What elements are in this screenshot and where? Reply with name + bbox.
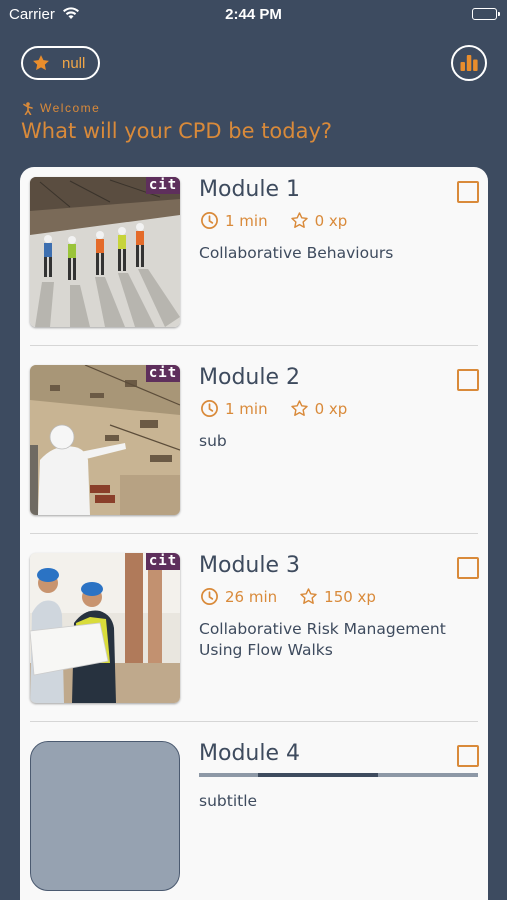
module-title: Module 1	[199, 177, 300, 202]
module-thumbnail[interactable]: cit	[30, 553, 180, 703]
cit-badge: cit	[146, 553, 180, 570]
clock-time: 2:44 PM	[225, 6, 282, 23]
module-xp: 150 xp	[324, 587, 376, 606]
waving-figure-icon	[23, 101, 33, 115]
module-duration: 1 min	[225, 211, 268, 230]
module-thumbnail[interactable]: cit	[30, 365, 180, 515]
module-duration: 1 min	[225, 399, 268, 418]
divider	[30, 345, 478, 346]
module-title: Module 3	[199, 553, 300, 578]
module-subtitle: Collaborative Behaviours	[199, 244, 394, 262]
star-icon	[33, 55, 49, 71]
clock-icon	[201, 400, 218, 417]
page-title: What will your CPD be today?	[21, 119, 333, 143]
clock-icon	[201, 212, 218, 229]
status-bar: Carrier 2:44 PM	[0, 0, 507, 30]
welcome-row: Welcome	[22, 101, 100, 115]
star-outline-icon	[290, 400, 308, 416]
module-meta: 26 min 150 xp	[200, 587, 376, 606]
module-list: cit Module 1 1 min 0 xp Collaborative Be…	[20, 167, 488, 900]
engineers-with-plans-image	[30, 553, 180, 703]
loading-progress-bar	[199, 773, 478, 777]
module-thumbnail-placeholder[interactable]	[30, 741, 180, 891]
module-checkbox[interactable]	[457, 181, 479, 203]
module-checkbox[interactable]	[457, 745, 479, 767]
module-meta: 1 min 0 xp	[200, 399, 347, 418]
module-item[interactable]: Module 4 subtitle	[20, 731, 488, 900]
module-xp: 0 xp	[314, 399, 348, 418]
divider	[30, 533, 478, 534]
welcome-label: Welcome	[40, 101, 101, 115]
module-xp: 0 xp	[314, 211, 348, 230]
bar-chart-icon	[460, 55, 478, 71]
module-checkbox[interactable]	[457, 369, 479, 391]
module-subtitle: Collaborative Risk Management Using Flow…	[199, 620, 446, 659]
module-item[interactable]: cit Module 1 1 min 0 xp Collaborative Be…	[20, 167, 488, 355]
loading-progress-fill	[257, 773, 378, 777]
module-duration: 26 min	[225, 587, 278, 606]
cit-badge: cit	[146, 177, 180, 194]
module-checkbox[interactable]	[457, 557, 479, 579]
module-title: Module 2	[199, 365, 300, 390]
module-title: Module 4	[199, 741, 300, 766]
clock-icon	[201, 588, 218, 605]
points-button[interactable]: null	[21, 46, 100, 80]
battery-icon	[472, 8, 500, 20]
points-value: null	[62, 54, 86, 72]
module-subtitle: subtitle	[199, 792, 258, 810]
site-inspection-image	[30, 365, 180, 515]
star-outline-icon	[290, 212, 308, 228]
divider	[30, 721, 478, 722]
module-item[interactable]: cit Module 3 26 min 150 xp Collaborative…	[20, 543, 488, 731]
star-outline-icon	[300, 588, 317, 604]
construction-workers-image	[30, 177, 180, 327]
module-thumbnail[interactable]: cit	[30, 177, 180, 327]
cit-badge: cit	[146, 365, 180, 382]
module-subtitle: sub	[199, 432, 227, 450]
module-meta: 1 min 0 xp	[200, 211, 347, 230]
stats-button[interactable]	[451, 45, 487, 81]
module-item[interactable]: cit Module 2 1 min 0 xp sub	[20, 355, 488, 543]
